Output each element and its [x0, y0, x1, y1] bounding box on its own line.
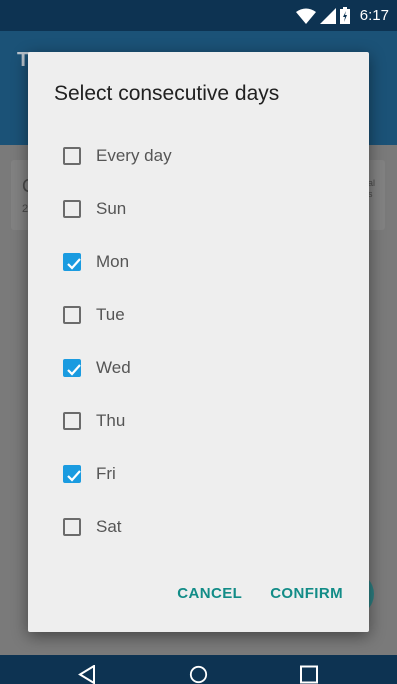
option-label: Fri: [96, 464, 116, 483]
option-sun[interactable]: Sun: [60, 189, 126, 229]
confirm-button[interactable]: CONFIRM: [270, 585, 343, 602]
home-icon[interactable]: [188, 665, 209, 684]
option-wed[interactable]: Wed: [60, 348, 131, 388]
dialog-title: Select consecutive days: [54, 82, 280, 105]
status-time: 6:17: [359, 7, 389, 24]
select-days-dialog: Select consecutive days Every day Sun Mo…: [28, 52, 369, 632]
option-sat[interactable]: Sat: [60, 507, 122, 547]
option-tue[interactable]: Tue: [60, 295, 125, 335]
option-label: Sat: [96, 517, 122, 536]
wifi-icon: [295, 8, 316, 24]
option-label: Wed: [96, 358, 131, 377]
checkbox-mon[interactable]: [63, 253, 81, 271]
recents-icon[interactable]: [300, 665, 318, 684]
option-label: Mon: [96, 252, 130, 271]
checkbox-thu[interactable]: [63, 412, 81, 430]
checkbox-every-day[interactable]: [63, 147, 81, 165]
navigation-bar: [0, 655, 397, 684]
background-card-right-text: al s: [367, 178, 375, 199]
battery-icon: [339, 7, 350, 24]
signal-icon: [319, 7, 336, 24]
checkbox-tue[interactable]: [63, 306, 81, 324]
option-label: Thu: [96, 411, 126, 430]
cancel-button[interactable]: CANCEL: [177, 585, 242, 602]
option-label: Sun: [96, 199, 127, 218]
checkbox-fri[interactable]: [63, 465, 81, 483]
option-mon[interactable]: Mon: [60, 242, 129, 282]
option-thu[interactable]: Thu: [60, 401, 125, 441]
checkmark-icon: [67, 258, 81, 270]
checkbox-sun[interactable]: [63, 200, 81, 218]
option-fri[interactable]: Fri: [60, 454, 116, 494]
status-icons: 6:17: [295, 0, 389, 31]
checkmark-icon: [67, 470, 81, 482]
dialog-actions: CANCEL CONFIRM: [177, 585, 343, 602]
checkmark-icon: [67, 364, 81, 376]
status-bar: 6:17: [0, 0, 397, 31]
back-icon[interactable]: [78, 665, 96, 684]
option-label: Tue: [96, 305, 125, 324]
checkbox-sat[interactable]: [63, 518, 81, 536]
checkbox-wed[interactable]: [63, 359, 81, 377]
option-every-day[interactable]: Every day: [60, 136, 172, 176]
option-label: Every day: [96, 146, 172, 165]
